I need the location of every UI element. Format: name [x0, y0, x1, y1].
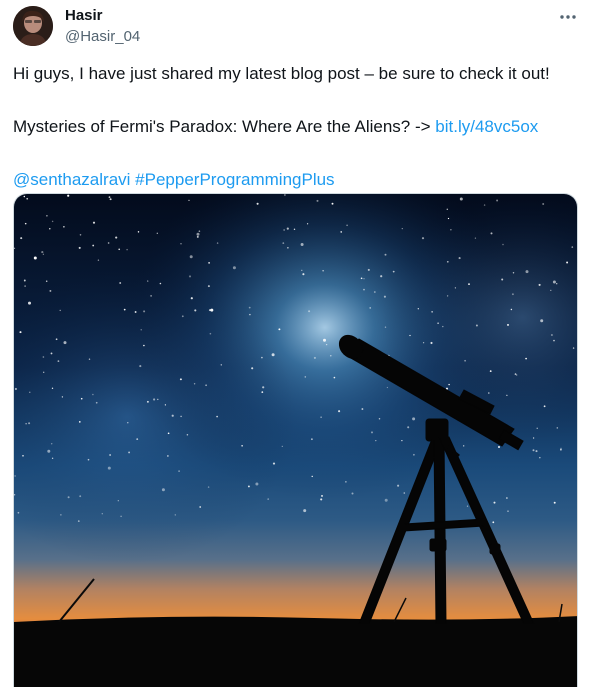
display-name[interactable]: Hasir [65, 6, 140, 26]
more-options-button[interactable] [555, 7, 581, 27]
telescope-starry-sky-image [14, 194, 577, 687]
avatar-photo-icon [13, 6, 53, 46]
tweet-text-line: Mysteries of Fermi's Paradox: Where Are … [13, 113, 583, 140]
blog-title-text: Mysteries of Fermi's Paradox: Where Are … [13, 117, 436, 136]
hashtag-link[interactable]: #PepperProgrammingPlus [135, 170, 334, 189]
mention-link[interactable]: @senthazalravi [13, 170, 130, 189]
tweet-text-line: Hi guys, I have just shared my latest bl… [13, 64, 550, 83]
tweet-text: Hi guys, I have just shared my latest bl… [13, 60, 583, 193]
tweet-card[interactable]: Hasir @Hasir_04 Hi guys, I have just sha… [0, 0, 593, 687]
avatar[interactable] [13, 6, 53, 46]
tweet-text-line: @senthazalravi #PepperProgrammingPlus [13, 166, 583, 193]
blog-link[interactable]: bit.ly/48vc5ox [435, 117, 538, 136]
tweet-media-image[interactable] [13, 193, 578, 687]
user-handle[interactable]: @Hasir_04 [65, 27, 140, 47]
user-info[interactable]: Hasir @Hasir_04 [65, 6, 140, 47]
more-horizontal-icon [560, 15, 576, 19]
